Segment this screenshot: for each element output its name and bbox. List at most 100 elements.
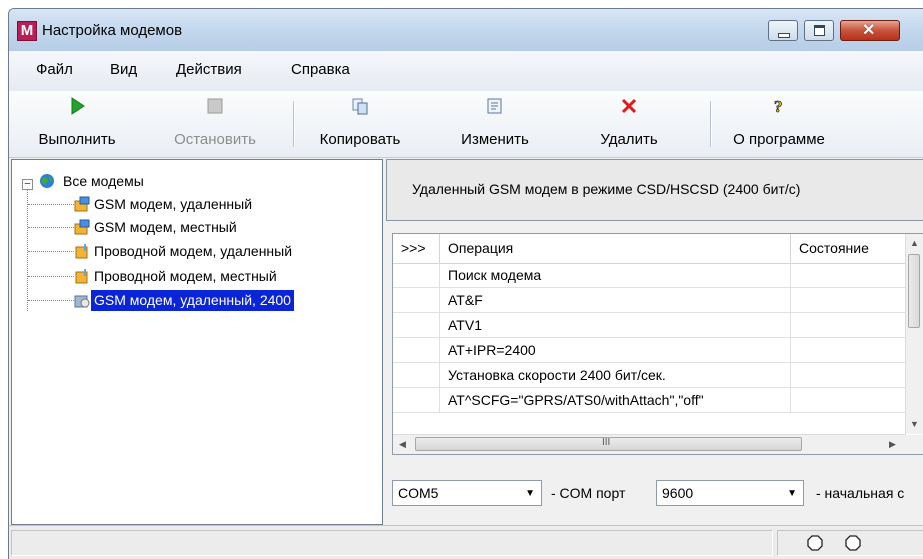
row-operation: Поиск модема [440, 263, 791, 287]
app-window: M Настройка модемов ✕ Файл Вид Действия … [8, 8, 923, 559]
tree-line [28, 300, 74, 301]
tree-item-label: Проводной модем, местный [94, 268, 277, 284]
details-header: Удаленный GSM модем в режиме CSD/HSCSD (… [386, 159, 923, 221]
grid-header: >>> Операция Состояние [393, 234, 906, 264]
column-operation[interactable]: Операция [440, 234, 791, 263]
collapse-icon[interactable]: − [22, 179, 33, 190]
table-row[interactable]: Установка скорости 2400 бит/сек. [393, 363, 906, 388]
modem-tree[interactable]: − Все модемы GSM модем, удаленный GSM мо… [11, 159, 383, 525]
wired-modem-icon [75, 244, 88, 259]
row-state [791, 263, 906, 287]
tree-item-label: GSM модем, удаленный [94, 196, 253, 212]
chevron-down-icon: ▼ [787, 488, 797, 499]
row-marker [393, 338, 440, 362]
menu-file[interactable]: Файл [36, 61, 73, 78]
tree-item-label: Проводной модем, удаленный [94, 243, 293, 259]
title-bar[interactable]: M Настройка модемов ✕ [9, 9, 923, 51]
minimize-button[interactable] [768, 20, 798, 41]
play-icon [71, 97, 85, 115]
details-header-text: Удаленный GSM модем в режиме CSD/HSCSD (… [412, 181, 801, 197]
menu-view[interactable]: Вид [110, 61, 137, 78]
row-marker [393, 263, 440, 287]
speed-select[interactable]: 9600 ▼ [656, 480, 804, 506]
minimize-icon [778, 33, 790, 38]
row-operation: ATV1 [440, 313, 791, 337]
table-row[interactable]: Поиск модема [393, 263, 906, 288]
copy-button[interactable]: Копировать [302, 91, 418, 157]
row-marker [393, 288, 440, 312]
run-label: Выполнить [38, 131, 116, 148]
tree-line [28, 227, 74, 228]
maximize-button[interactable] [804, 20, 834, 41]
row-state [791, 288, 906, 312]
horizontal-scroll-thumb[interactable]: III [415, 437, 802, 451]
window-title: Настройка модемов [42, 22, 183, 39]
stop-icon [207, 98, 223, 114]
stop-button[interactable]: Остановить [159, 91, 271, 157]
com-port-select[interactable]: COM5 ▼ [392, 480, 542, 506]
table-row[interactable]: AT^SCFG="GPRS/ATS0/withAttach","off" [393, 388, 906, 413]
row-state [791, 388, 906, 412]
help-icon: ? [774, 97, 783, 115]
tree-line [27, 187, 28, 311]
wired-modem-icon [75, 269, 88, 284]
scroll-down-icon[interactable]: ▼ [910, 419, 919, 429]
tree-line [28, 251, 74, 252]
status-bar [9, 525, 923, 559]
menu-actions[interactable]: Действия [176, 61, 242, 78]
scroll-left-icon[interactable]: ◀ [399, 439, 406, 450]
horizontal-scrollbar[interactable]: ◀ III ▶ [393, 434, 906, 454]
toolbar-separator [293, 101, 295, 147]
delete-icon [621, 98, 637, 114]
about-button[interactable]: ? О программе [719, 91, 839, 157]
row-operation: Установка скорости 2400 бит/сек. [440, 363, 791, 387]
row-marker [393, 363, 440, 387]
chevron-down-icon: ▼ [525, 488, 535, 499]
close-icon: ✕ [862, 22, 876, 39]
toolbar: Выполнить Остановить Копировать Изменить… [9, 91, 923, 158]
com-port-value: COM5 [398, 485, 439, 501]
scroll-corner [906, 435, 923, 454]
globe-icon [40, 174, 54, 188]
tree-line [28, 204, 74, 205]
copy-label: Копировать [319, 131, 401, 148]
tree-item-label: GSM модем, удаленный, 2400 [91, 290, 294, 311]
indicator-icon [845, 535, 861, 551]
speed-label: - начальная с [816, 485, 905, 501]
row-state [791, 363, 906, 387]
svg-text:?: ? [774, 97, 783, 115]
edit-button[interactable]: Изменить [439, 91, 551, 157]
column-state[interactable]: Состояние [791, 234, 906, 263]
toolbar-separator [710, 101, 712, 147]
table-row[interactable]: AT+IPR=2400 [393, 338, 906, 363]
copy-icon [352, 98, 368, 115]
row-marker [393, 313, 440, 337]
table-row[interactable]: ATV1 [393, 313, 906, 338]
tree-item-label: GSM модем, местный [94, 219, 237, 235]
status-panel-main [11, 530, 773, 556]
run-button[interactable]: Выполнить [21, 91, 133, 157]
row-operation: AT^SCFG="GPRS/ATS0/withAttach","off" [440, 388, 791, 412]
close-button[interactable]: ✕ [840, 20, 900, 41]
about-label: О программе [733, 131, 825, 148]
edit-icon [487, 98, 502, 114]
scroll-up-icon[interactable]: ▲ [910, 238, 919, 248]
row-marker [393, 388, 440, 412]
vertical-scrollbar[interactable]: ▲ ▼ [905, 234, 923, 434]
scroll-right-icon[interactable]: ▶ [889, 439, 896, 450]
operations-grid[interactable]: >>> Операция Состояние Поиск модема AT&F… [392, 233, 923, 455]
menu-help[interactable]: Справка [291, 61, 350, 78]
table-row[interactable]: AT&F [393, 288, 906, 313]
indicator-icon [807, 535, 823, 551]
gsm-modem-icon [74, 196, 90, 212]
gsm-csd-modem-icon [74, 295, 90, 308]
column-marker[interactable]: >>> [393, 234, 440, 263]
menu-bar: Файл Вид Действия Справка [9, 51, 923, 91]
vertical-scroll-thumb[interactable] [908, 254, 920, 328]
delete-button[interactable]: Удалить [579, 91, 679, 157]
row-state [791, 338, 906, 362]
row-operation: AT&F [440, 288, 791, 312]
grip-icon: III [602, 437, 611, 448]
stop-label: Остановить [174, 131, 256, 148]
maximize-icon [814, 25, 825, 36]
